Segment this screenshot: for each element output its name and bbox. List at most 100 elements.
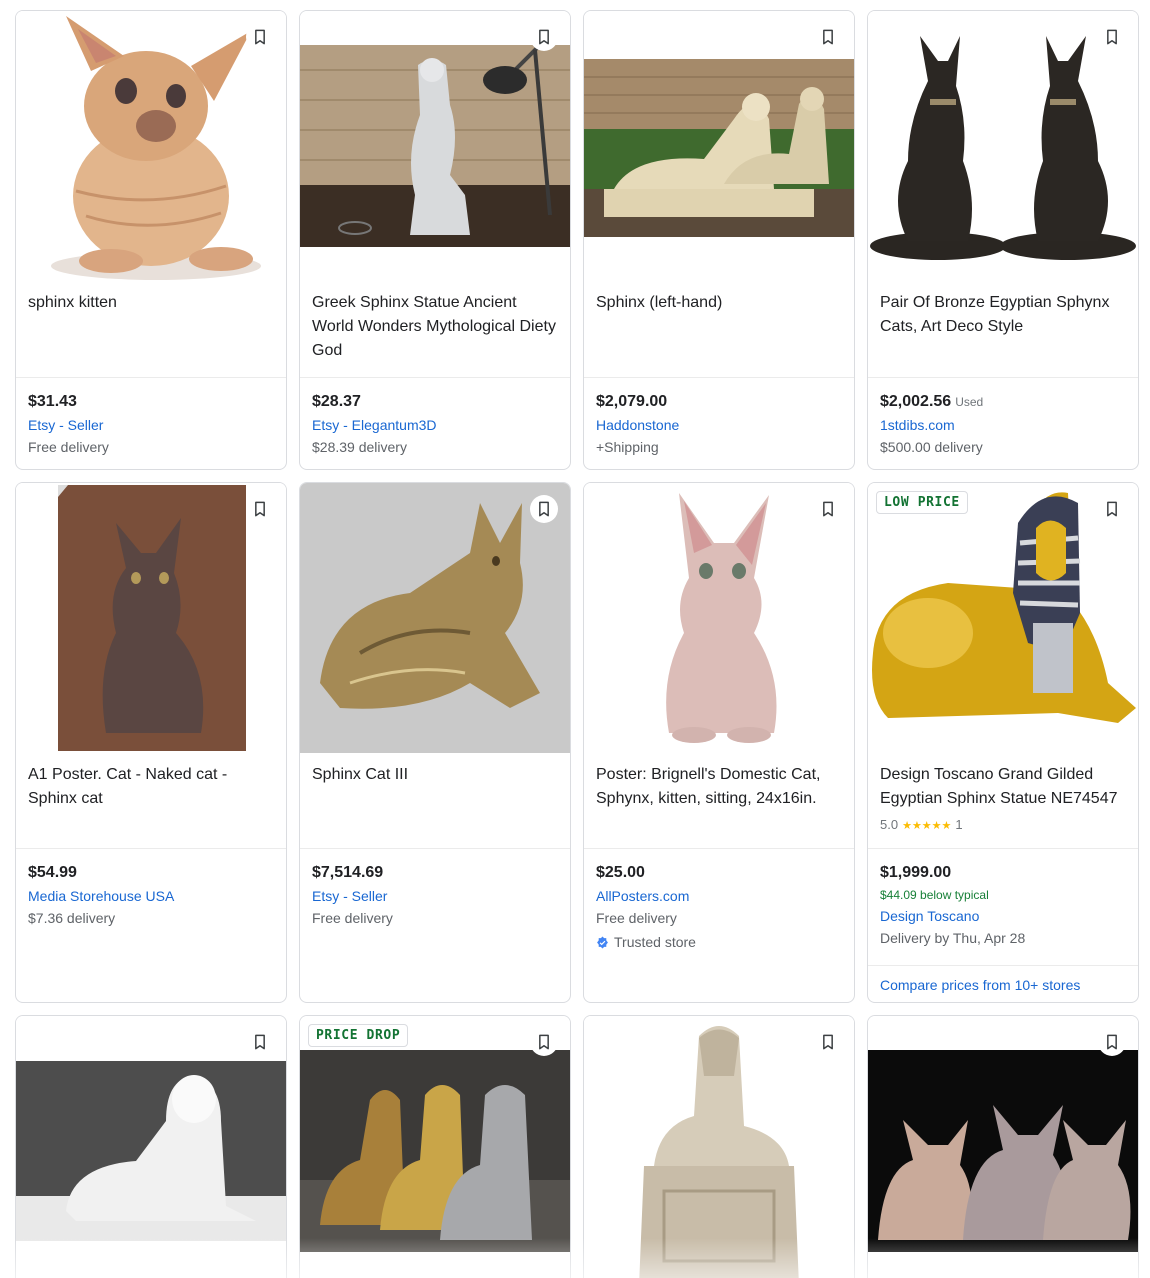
low-price-badge: LOW PRICE <box>876 491 968 514</box>
product-card[interactable]: Greek Sphinx Statue Ancient World Wonder… <box>299 10 571 470</box>
product-title[interactable]: A1 Poster. Cat - Naked cat - Sphinx cat <box>28 763 274 811</box>
product-price: $7,514.69 <box>312 864 384 881</box>
product-card[interactable]: A1 Poster. Cat - Naked cat - Sphinx cat … <box>15 482 287 1003</box>
poster-cat-image <box>16 483 286 753</box>
three-cats-image <box>868 1050 1138 1252</box>
product-image-sphinx-left-hand[interactable] <box>584 11 854 281</box>
shipping-info: Free delivery <box>312 910 393 926</box>
bookmark-outline-icon <box>539 29 549 45</box>
product-card[interactable]: LOW PRICE Design Toscano Grand Gilded Eg… <box>867 482 1139 1003</box>
bookmark-outline-icon <box>823 501 833 517</box>
seller-link[interactable]: Media Storehouse USA <box>28 888 174 904</box>
bookmark-outline-icon <box>255 501 265 517</box>
bookmark-button[interactable] <box>246 495 274 523</box>
shipping-info: Free delivery <box>596 910 677 926</box>
product-price: $28.37 <box>312 393 361 410</box>
bookmark-outline-icon <box>823 1034 833 1050</box>
product-image-gilded-sphinx[interactable] <box>868 483 1138 753</box>
bookmark-outline-icon <box>255 1034 265 1050</box>
bookmark-button[interactable] <box>530 1028 558 1056</box>
garden-sphinx-image <box>584 59 854 237</box>
bookmark-outline-icon <box>1107 29 1117 45</box>
product-card[interactable]: sphinx kitten $31.43 Etsy - Seller Free … <box>15 10 287 470</box>
bookmark-outline-icon <box>1107 501 1117 517</box>
product-card[interactable]: Sphinx Cat III $7,514.69 Etsy - Seller F… <box>299 482 571 1003</box>
bookmark-outline-icon <box>255 29 265 45</box>
product-image-domestic-cat-poster[interactable] <box>584 483 854 753</box>
seller-link[interactable]: Etsy - Seller <box>312 888 387 904</box>
divider <box>584 377 854 378</box>
bookmark-button[interactable] <box>814 23 842 51</box>
bookmark-button[interactable] <box>530 23 558 51</box>
product-title[interactable]: Sphinx Cat III <box>312 763 558 787</box>
divider <box>16 377 286 378</box>
product-image-greek-sphinx[interactable] <box>300 11 570 281</box>
condition-label: Used <box>955 395 984 409</box>
seller-link[interactable]: Design Toscano <box>880 908 979 924</box>
bookmark-button[interactable] <box>246 23 274 51</box>
product-title[interactable]: Poster: Brignell's Domestic Cat, Sphynx,… <box>596 763 842 811</box>
star-rating-icon: ★★★★★ <box>902 820 952 832</box>
divider <box>868 848 1138 849</box>
shipping-info: Delivery by Thu, Apr 28 <box>880 930 1026 946</box>
gilded-sphinx-image <box>868 483 1138 753</box>
product-title[interactable]: Design Toscano Grand Gilded Egyptian Sph… <box>880 763 1126 811</box>
compare-prices-link[interactable]: Compare prices from 10+ stores <box>880 977 1080 993</box>
product-price: $31.43 <box>28 393 77 410</box>
product-rating[interactable]: 5.0 ★★★★★ 1 <box>880 817 963 832</box>
seller-link[interactable]: Etsy - Elegantum3D <box>312 417 437 433</box>
product-title[interactable]: Greek Sphinx Statue Ancient World Wonder… <box>312 291 558 363</box>
verified-badge-icon <box>597 936 608 948</box>
white-sphinx-image <box>16 1061 286 1241</box>
pharaoh-sphinxes-image <box>300 1050 570 1252</box>
product-price: $2,002.56 Used <box>880 393 983 411</box>
below-typical-price: $44.09 below typical <box>880 888 989 902</box>
bookmark-button[interactable] <box>530 495 558 523</box>
brass-cat-image <box>300 483 570 753</box>
product-title[interactable]: Sphinx (left-hand) <box>596 291 842 315</box>
product-image-sphinx-kitten[interactable] <box>16 11 286 281</box>
divider <box>584 848 854 849</box>
divider <box>16 848 286 849</box>
bookmark-button[interactable] <box>1098 23 1126 51</box>
price-drop-badge: PRICE DROP <box>308 1024 409 1047</box>
product-image-sphinx-cat-iii[interactable] <box>300 483 570 753</box>
product-price: $54.99 <box>28 864 77 881</box>
bookmark-button[interactable] <box>814 1028 842 1056</box>
scroll-fade <box>0 1238 1150 1278</box>
seller-link[interactable]: Etsy - Seller <box>28 417 103 433</box>
kitten-image <box>16 11 286 281</box>
shipping-info: $7.36 delivery <box>28 910 116 926</box>
shipping-info: Free delivery <box>28 439 109 455</box>
divider <box>300 848 570 849</box>
product-image-bronze-cats[interactable] <box>868 11 1138 281</box>
seller-link[interactable]: AllPosters.com <box>596 888 689 904</box>
trusted-store-label: Trusted store <box>614 934 696 950</box>
bookmark-button[interactable] <box>1098 1028 1126 1056</box>
divider <box>300 377 570 378</box>
product-price: $1,999.00 <box>880 864 952 881</box>
product-title[interactable]: sphinx kitten <box>28 291 274 315</box>
product-image-naked-cat-poster[interactable] <box>16 483 286 753</box>
bookmark-outline-icon <box>1107 1034 1117 1050</box>
product-card[interactable]: Pair Of Bronze Egyptian Sphynx Cats, Art… <box>867 10 1139 470</box>
bookmark-outline-icon <box>823 29 833 45</box>
bookmark-button[interactable] <box>246 1028 274 1056</box>
divider <box>868 377 1138 378</box>
product-card[interactable]: Sphinx (left-hand) $2,079.00 Haddonstone… <box>583 10 855 470</box>
bookmark-button[interactable] <box>814 495 842 523</box>
product-title[interactable]: Pair Of Bronze Egyptian Sphynx Cats, Art… <box>880 291 1126 339</box>
divider <box>868 965 1138 966</box>
bookmark-outline-icon <box>539 1034 549 1050</box>
trusted-store: Trusted store <box>596 934 696 950</box>
seller-link[interactable]: Haddonstone <box>596 417 679 433</box>
bookmark-outline-icon <box>539 501 549 517</box>
bookmark-button[interactable] <box>1098 495 1126 523</box>
statue-image <box>300 45 570 247</box>
seller-link[interactable]: 1stdibs.com <box>880 417 955 433</box>
shipping-info: +Shipping <box>596 439 659 455</box>
bronze-cats-image <box>868 11 1138 281</box>
review-count: 1 <box>955 817 963 832</box>
product-price: $2,079.00 <box>596 393 668 410</box>
product-card[interactable]: Poster: Brignell's Domestic Cat, Sphynx,… <box>583 482 855 1003</box>
